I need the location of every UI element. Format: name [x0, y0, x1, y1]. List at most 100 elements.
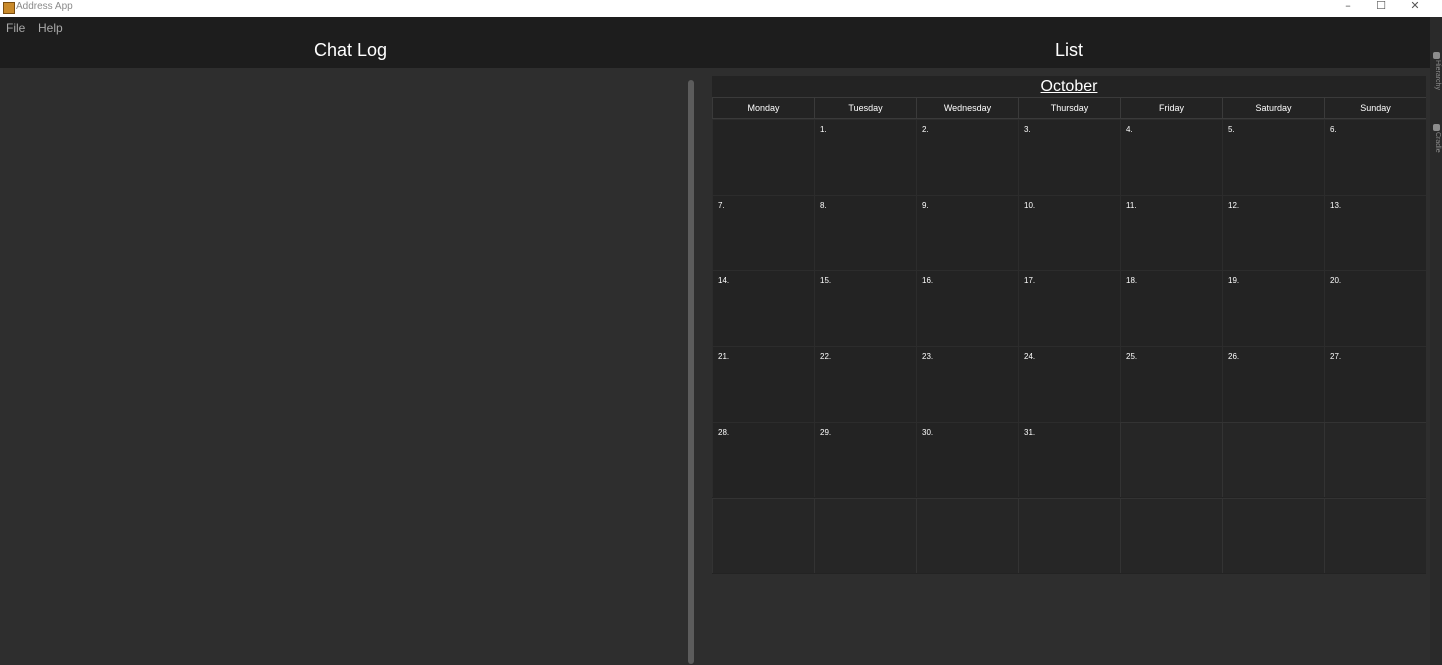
calendar-day-cell[interactable]: 28.	[712, 421, 814, 498]
calendar-month-title[interactable]: October	[712, 77, 1426, 96]
calendar-day-cell[interactable]: 14.	[712, 270, 814, 347]
window-title: Address App	[16, 1, 73, 12]
calendar-day-number: 1.	[820, 125, 827, 134]
calendar-day-cell[interactable]: 23.	[916, 346, 1018, 422]
calendar-day-number: 17.	[1024, 276, 1036, 286]
calendar-day-cell[interactable]: 12.	[1222, 194, 1324, 271]
weekday-header: Sunday	[1324, 97, 1426, 119]
menu-file[interactable]: File	[6, 20, 25, 36]
calendar-day-number: 7.	[718, 200, 725, 210]
calendar-day-cell[interactable]: 3.	[1018, 119, 1120, 195]
calendar-day-cell[interactable]	[1018, 497, 1120, 574]
calendar-day-cell[interactable]	[916, 497, 1018, 574]
calendar-day-number: 13.	[1330, 200, 1342, 210]
calendar-day-cell[interactable]	[712, 497, 814, 574]
list-title: List	[1055, 40, 1084, 60]
chat-log-panel	[0, 68, 683, 665]
chat-log-scrollbar-thumb[interactable]	[688, 80, 694, 664]
calendar-day-number: 5.	[1228, 125, 1235, 134]
calendar-day-number: 29.	[820, 427, 832, 437]
calendar-day-number: 8.	[820, 200, 827, 210]
calendar-day-cell[interactable]: 11.	[1120, 194, 1222, 271]
calendar-day-cell[interactable]	[712, 119, 814, 195]
calendar-day-cell[interactable]: 2.	[916, 119, 1018, 195]
side-tool-hierarchy[interactable]: Hierarchy	[1433, 60, 1441, 90]
calendar-day-cell[interactable]	[1120, 421, 1222, 498]
side-tool-strip	[1430, 17, 1442, 665]
calendar-day-cell[interactable]	[814, 497, 916, 574]
calendar-day-cell[interactable]: 22.	[814, 346, 916, 422]
cradle-icon[interactable]	[1433, 124, 1440, 131]
window-titlebar: Address App – ☐ ✕	[0, 0, 1442, 17]
calendar-day-cell[interactable]: 25.	[1120, 346, 1222, 422]
calendar-day-cell[interactable]	[1222, 497, 1324, 574]
calendar-day-cell[interactable]: 31.	[1018, 421, 1120, 498]
calendar-day-cell[interactable]: 10.	[1018, 194, 1120, 271]
calendar-day-cell[interactable]	[1222, 421, 1324, 498]
calendar-day-number: 2.	[922, 125, 929, 134]
calendar-day-number: 20.	[1330, 276, 1342, 286]
calendar-day-cell[interactable]: 7.	[712, 194, 814, 271]
calendar-day-number: 9.	[922, 200, 929, 210]
calendar-day-number: 4.	[1126, 125, 1133, 134]
calendar-day-cell[interactable]: 9.	[916, 194, 1018, 271]
weekday-header: Saturday	[1222, 97, 1324, 119]
calendar-day-cell[interactable]: 21.	[712, 346, 814, 422]
calendar-day-cell[interactable]: 24.	[1018, 346, 1120, 422]
calendar-day-number: 18.	[1126, 276, 1138, 286]
hierarchy-icon[interactable]	[1433, 52, 1440, 59]
calendar-day-number: 27.	[1330, 352, 1342, 362]
calendar-day-number: 24.	[1024, 352, 1036, 362]
calendar-day-cell[interactable]: 4.	[1120, 119, 1222, 195]
calendar-day-number: 21.	[718, 352, 730, 362]
calendar-day-cell[interactable]: 26.	[1222, 346, 1324, 422]
calendar-day-number: 25.	[1126, 352, 1138, 362]
chat-log-title: Chat Log	[314, 40, 388, 60]
weekday-header: Thursday	[1018, 97, 1120, 119]
calendar-day-cell[interactable]: 15.	[814, 270, 916, 347]
calendar-day-cell[interactable]: 16.	[916, 270, 1018, 347]
calendar-day-number: 23.	[922, 352, 934, 362]
weekday-header: Wednesday	[916, 97, 1018, 119]
calendar-day-number: 14.	[718, 276, 730, 286]
calendar-day-cell[interactable]: 6.	[1324, 119, 1426, 195]
calendar-day-cell[interactable]	[1324, 421, 1426, 498]
weekday-header: Monday	[712, 97, 814, 119]
weekday-header: Tuesday	[814, 97, 916, 119]
calendar-day-number: 10.	[1024, 200, 1036, 210]
calendar-day-number: 22.	[820, 352, 832, 362]
calendar-day-number: 19.	[1228, 276, 1240, 286]
maximize-icon[interactable]: ☐	[1366, 0, 1396, 14]
calendar-day-cell[interactable]: 5.	[1222, 119, 1324, 195]
calendar-day-cell[interactable]	[1120, 497, 1222, 574]
calendar-day-cell[interactable]: 20.	[1324, 270, 1426, 347]
calendar-day-number: 15.	[820, 276, 832, 286]
calendar-day-cell[interactable]: 8.	[814, 194, 916, 271]
calendar-day-number: 6.	[1330, 125, 1337, 134]
calendar-day-number: 28.	[718, 427, 730, 437]
calendar-day-cell[interactable]: 13.	[1324, 194, 1426, 271]
calendar-day-cell[interactable]: 30.	[916, 421, 1018, 498]
app-header: File Help Chat Log List	[0, 17, 1442, 68]
close-icon[interactable]: ✕	[1400, 0, 1430, 14]
calendar-day-number: 26.	[1228, 352, 1240, 362]
calendar-day-number: 30.	[922, 427, 934, 437]
calendar-day-number: 11.	[1126, 200, 1137, 210]
side-tool-cradle[interactable]: Cradle	[1433, 132, 1441, 153]
calendar-day-cell[interactable]: 18.	[1120, 270, 1222, 347]
calendar-day-number: 12.	[1228, 200, 1240, 210]
calendar-day-cell[interactable]	[1324, 497, 1426, 574]
weekday-header: Friday	[1120, 97, 1222, 119]
menu-help[interactable]: Help	[38, 20, 63, 36]
calendar-day-number: 31.	[1024, 427, 1036, 437]
calendar-day-number: 16.	[922, 276, 934, 286]
calendar: October Monday Tuesday Wednesday Thursday Fr…	[712, 76, 1426, 574]
minimize-icon[interactable]: –	[1333, 0, 1363, 14]
calendar-day-cell[interactable]: 1.	[814, 119, 916, 195]
calendar-day-cell[interactable]: 29.	[814, 421, 916, 498]
app-icon	[3, 2, 15, 14]
calendar-day-cell[interactable]: 17.	[1018, 270, 1120, 347]
calendar-day-cell[interactable]: 27.	[1324, 346, 1426, 422]
calendar-day-cell[interactable]: 19.	[1222, 270, 1324, 347]
calendar-day-number: 3.	[1024, 125, 1031, 134]
